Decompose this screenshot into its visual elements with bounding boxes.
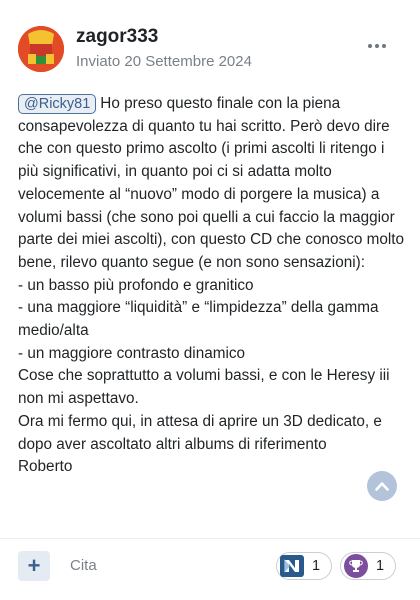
avatar[interactable] — [18, 26, 64, 72]
footer-divider — [0, 538, 420, 539]
scroll-to-top-button[interactable] — [367, 471, 397, 501]
more-options-icon[interactable] — [362, 36, 392, 56]
avatar-image — [18, 26, 64, 72]
reaction-trophy[interactable]: 1 — [340, 552, 396, 580]
chevron-up-icon — [375, 482, 389, 491]
user-mention[interactable]: @Ricky81 — [18, 94, 97, 114]
author-name[interactable]: zagor333 — [76, 26, 158, 48]
post-line: Cose che soprattutto a volumi bassi, e c… — [18, 367, 390, 408]
reaction-count: 1 — [312, 558, 321, 574]
reaction-count: 1 — [376, 558, 385, 574]
reaction-n[interactable]: 1 — [276, 552, 332, 580]
trophy-icon — [344, 554, 368, 578]
n-reaction-icon — [280, 555, 304, 577]
post-intro-text: Ho preso questo finale con la piena cons… — [18, 95, 405, 271]
post-content: @Ricky81 Ho preso questo finale con la pi… — [18, 93, 404, 479]
post-line: Ora mi fermo qui, in attesa di aprire un… — [18, 412, 382, 453]
post-line: - una maggiore “liquidità” e “limpidezza… — [18, 299, 379, 340]
post-line: - un maggiore contrasto dinamico — [18, 344, 246, 362]
post-line: - un basso più profondo e granitico — [18, 276, 254, 294]
add-button[interactable]: + — [18, 551, 50, 581]
post-signature: Roberto — [18, 458, 73, 476]
post-date: Inviato 20 Settembre 2024 — [76, 53, 252, 70]
post-paragraph: @Ricky81 Ho preso questo finale con la pi… — [18, 93, 404, 275]
quote-button[interactable]: Cita — [70, 557, 97, 574]
forum-post: zagor333 Inviato 20 Settembre 2024 @Rick… — [0, 0, 420, 600]
